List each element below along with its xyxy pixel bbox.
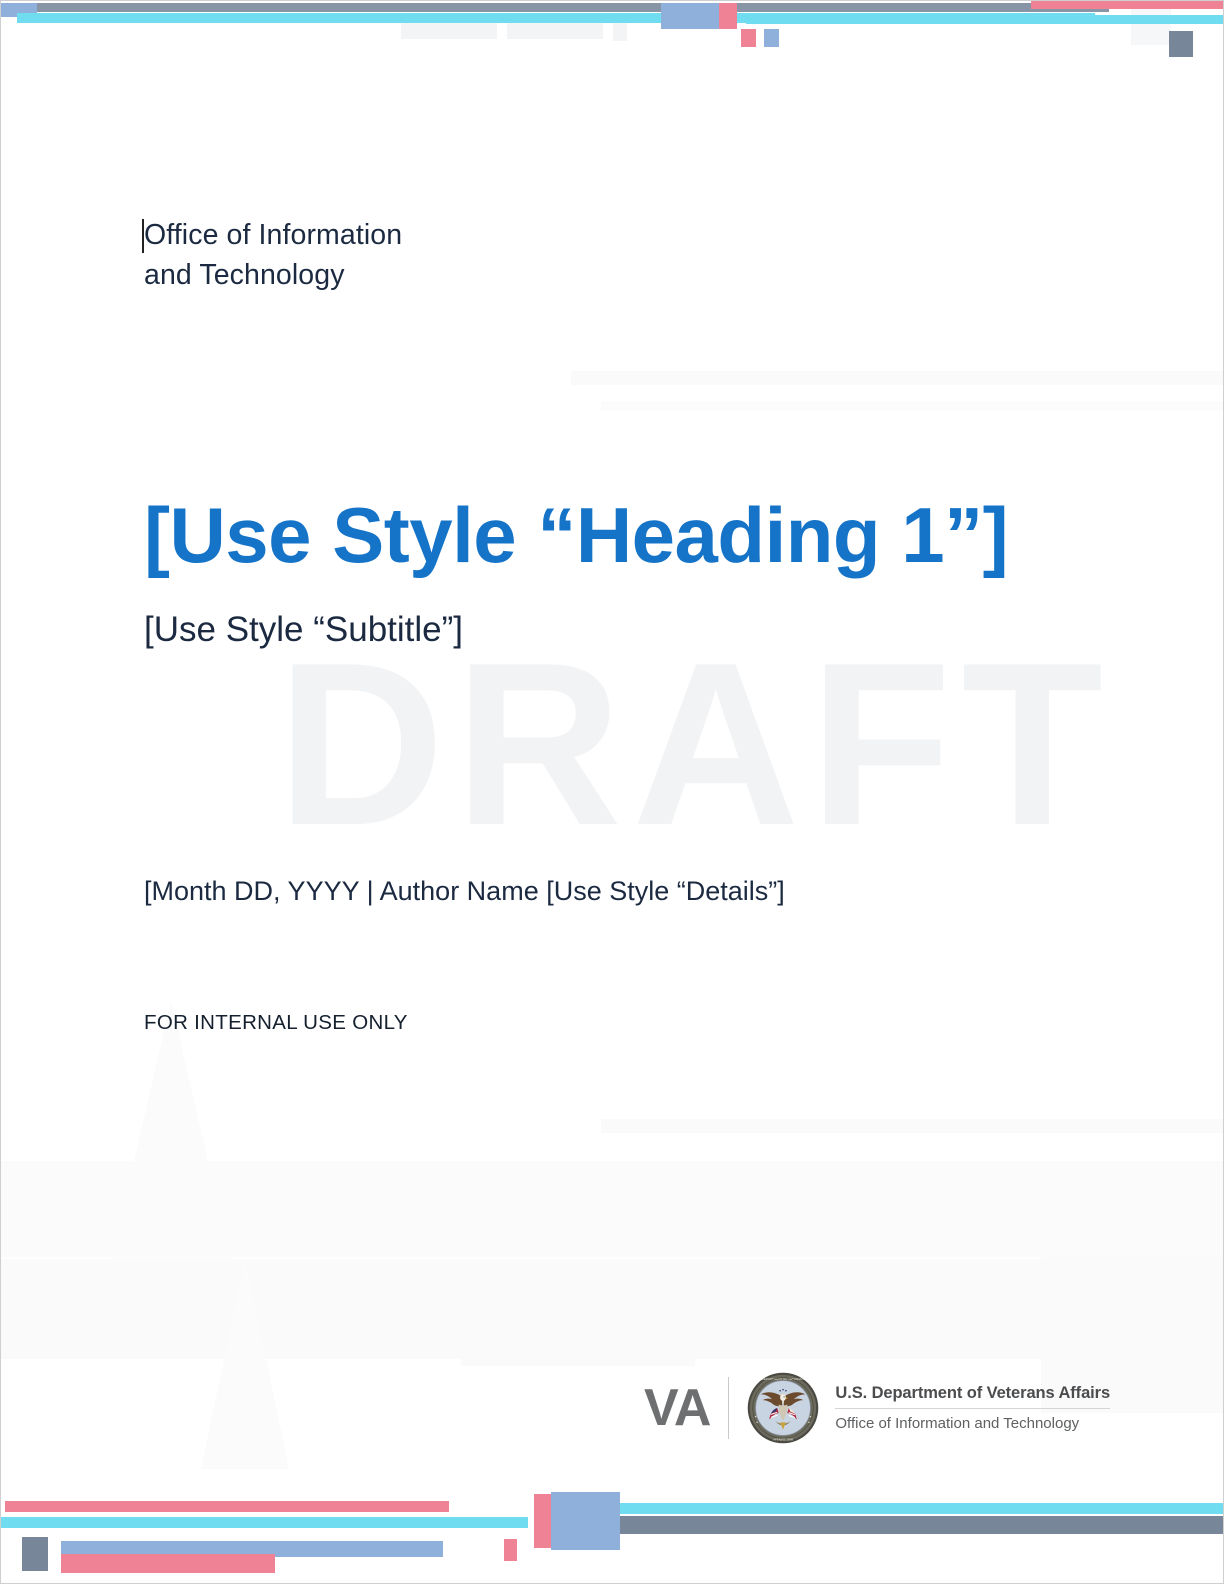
org-header-line-2: and Technology: [144, 259, 345, 291]
document-details: [Month DD, YYYY | Author Name [Use Style…: [144, 876, 785, 906]
bg-shape: [111, 1001, 231, 1261]
bottom-cyan-rule-left: [1, 1517, 528, 1528]
classification-notice: FOR INTERNAL USE ONLY: [144, 1011, 408, 1034]
bottom-cyan-rule-right: [620, 1503, 1223, 1514]
top-pink-square: [741, 29, 756, 47]
bottom-pink-block: [534, 1494, 551, 1548]
org-header-line-1: Office of Information: [144, 219, 403, 251]
bg-shape: [1, 1253, 1223, 1257]
bottom-gray-rule-right: [620, 1516, 1223, 1534]
bottom-decorative-bars: [1, 1467, 1223, 1583]
bg-shape: [461, 1306, 695, 1366]
title-block: [Use Style “Heading 1”] [Use Style “Subt…: [144, 479, 1024, 653]
top-pink-block: [719, 3, 737, 29]
logo-office-name: Office of Information and Technology: [835, 1415, 1080, 1432]
top-steel-block: [661, 3, 719, 29]
va-logo-lockup: VA DEPARTMENT OF VETERANS AFFAIRS 1989 U…: [644, 1371, 1110, 1445]
va-wordmark: VA: [644, 1379, 711, 1437]
logo-text-block: U.S. Department of Veterans Affairs Offi…: [835, 1384, 1110, 1432]
bottom-gray-square: [22, 1537, 48, 1571]
va-seal-icon: DEPARTMENT OF VETERANS AFFAIRS 1989: [747, 1372, 819, 1444]
top-gray-rule: [1, 3, 1109, 12]
top-gray-square: [1169, 31, 1193, 57]
bottom-pink-rule-short: [61, 1554, 275, 1573]
bg-shape: [1, 1259, 1041, 1359]
top-decorative-bars: [1, 1, 1223, 61]
page-subtitle: [Use Style “Subtitle”]: [144, 610, 463, 649]
top-pink-rule: [1031, 1, 1223, 9]
bg-shape: [601, 401, 1223, 411]
org-header: Office of Information and Technology: [144, 215, 564, 295]
bg-shape: [571, 371, 1223, 385]
logo-divider: [728, 1377, 730, 1439]
top-cyan-rule-right: [746, 15, 1223, 24]
bottom-steel-block: [551, 1492, 620, 1550]
page-title: [Use Style “Heading 1”]: [144, 491, 1009, 579]
bottom-pink-rule-left: [5, 1501, 449, 1512]
bottom-pink-tick: [504, 1539, 517, 1561]
bg-shape: [1, 1161, 1223, 1257]
bg-shape: [201, 1259, 289, 1469]
top-steel-square: [764, 29, 779, 47]
document-cover-page: Office of Information and Technology DRA…: [0, 0, 1224, 1584]
bg-shape: [601, 1119, 1223, 1133]
draft-watermark: DRAFT: [277, 615, 1114, 874]
logo-department-name: U.S. Department of Veterans Affairs: [835, 1384, 1110, 1409]
